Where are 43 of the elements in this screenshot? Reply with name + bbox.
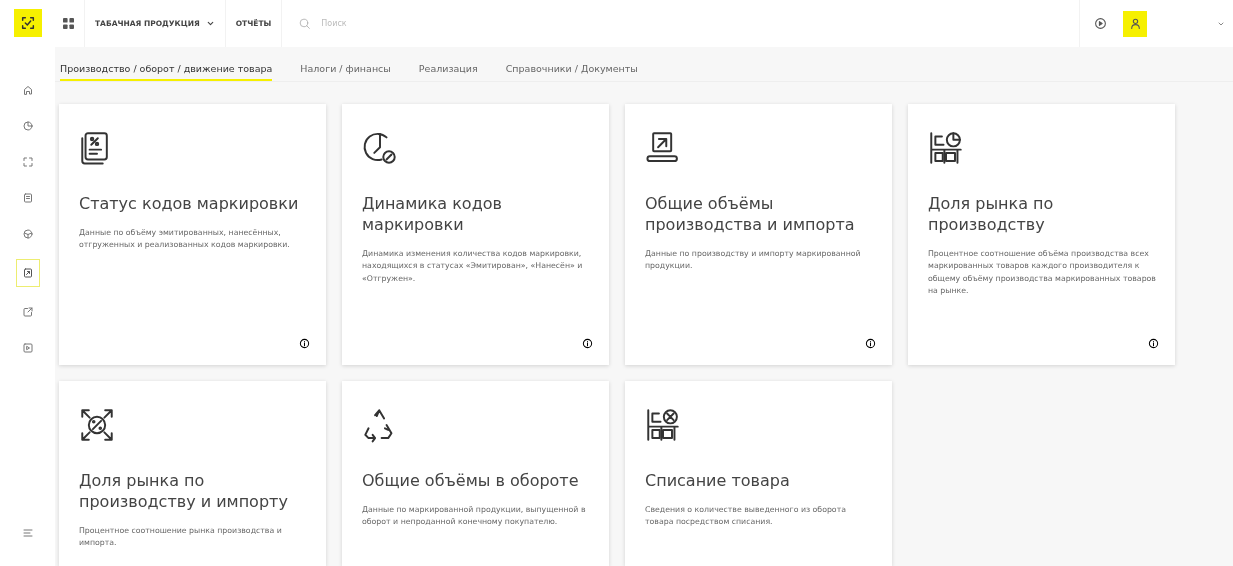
logo-icon bbox=[19, 15, 36, 31]
tab[interactable]: Справочники / Документы bbox=[505, 47, 638, 81]
logo[interactable] bbox=[13, 9, 42, 37]
chart-document-icon bbox=[21, 267, 34, 279]
info-icon bbox=[1148, 338, 1159, 349]
user-icon bbox=[1128, 17, 1142, 30]
grid-icon bbox=[63, 18, 74, 29]
info-button[interactable] bbox=[582, 338, 593, 349]
pie-chart-icon bbox=[21, 120, 34, 132]
apps-button[interactable] bbox=[63, 18, 74, 29]
tab[interactable]: Производство / оборот / движение товара bbox=[60, 47, 273, 81]
info-button[interactable] bbox=[865, 338, 876, 349]
play-circle-icon bbox=[1094, 17, 1107, 30]
info-button[interactable] bbox=[299, 338, 310, 349]
play-square-icon bbox=[21, 342, 34, 354]
card-title: Статус кодов маркировки bbox=[79, 194, 300, 215]
scan-frame-icon bbox=[21, 156, 34, 168]
boxes-cross-icon bbox=[645, 407, 681, 443]
play-button[interactable] bbox=[1094, 17, 1107, 30]
search-icon bbox=[298, 17, 312, 30]
home-icon bbox=[21, 84, 34, 96]
info-button[interactable] bbox=[1148, 338, 1159, 349]
tab[interactable]: Реализация bbox=[418, 47, 478, 81]
menu-icon bbox=[21, 527, 34, 539]
boxes-chart-icon bbox=[928, 130, 964, 166]
sidebar-item[interactable] bbox=[15, 259, 40, 287]
card-title: Общие объёмы производства и импорта bbox=[645, 194, 856, 236]
clock-percent-icon bbox=[362, 130, 398, 166]
tab[interactable]: Налоги / финансы bbox=[300, 47, 391, 81]
external-link-icon bbox=[21, 306, 34, 318]
card-title: Доля рынка по производству bbox=[928, 194, 1055, 236]
card-title: Списание товара bbox=[645, 471, 791, 492]
arrows-percent-icon bbox=[79, 407, 115, 443]
info-icon bbox=[299, 338, 310, 349]
user-button[interactable] bbox=[1123, 10, 1147, 37]
card-title: Общие объёмы в обороте bbox=[362, 471, 580, 492]
caret-icon bbox=[205, 19, 215, 28]
info-icon bbox=[865, 338, 876, 349]
globe-icon bbox=[21, 228, 34, 240]
document-icon bbox=[21, 192, 34, 204]
info-icon bbox=[582, 338, 593, 349]
card-title: Динамика кодов маркировки bbox=[362, 194, 503, 236]
card-title: Доля рынка по производству и импорту bbox=[79, 471, 289, 513]
